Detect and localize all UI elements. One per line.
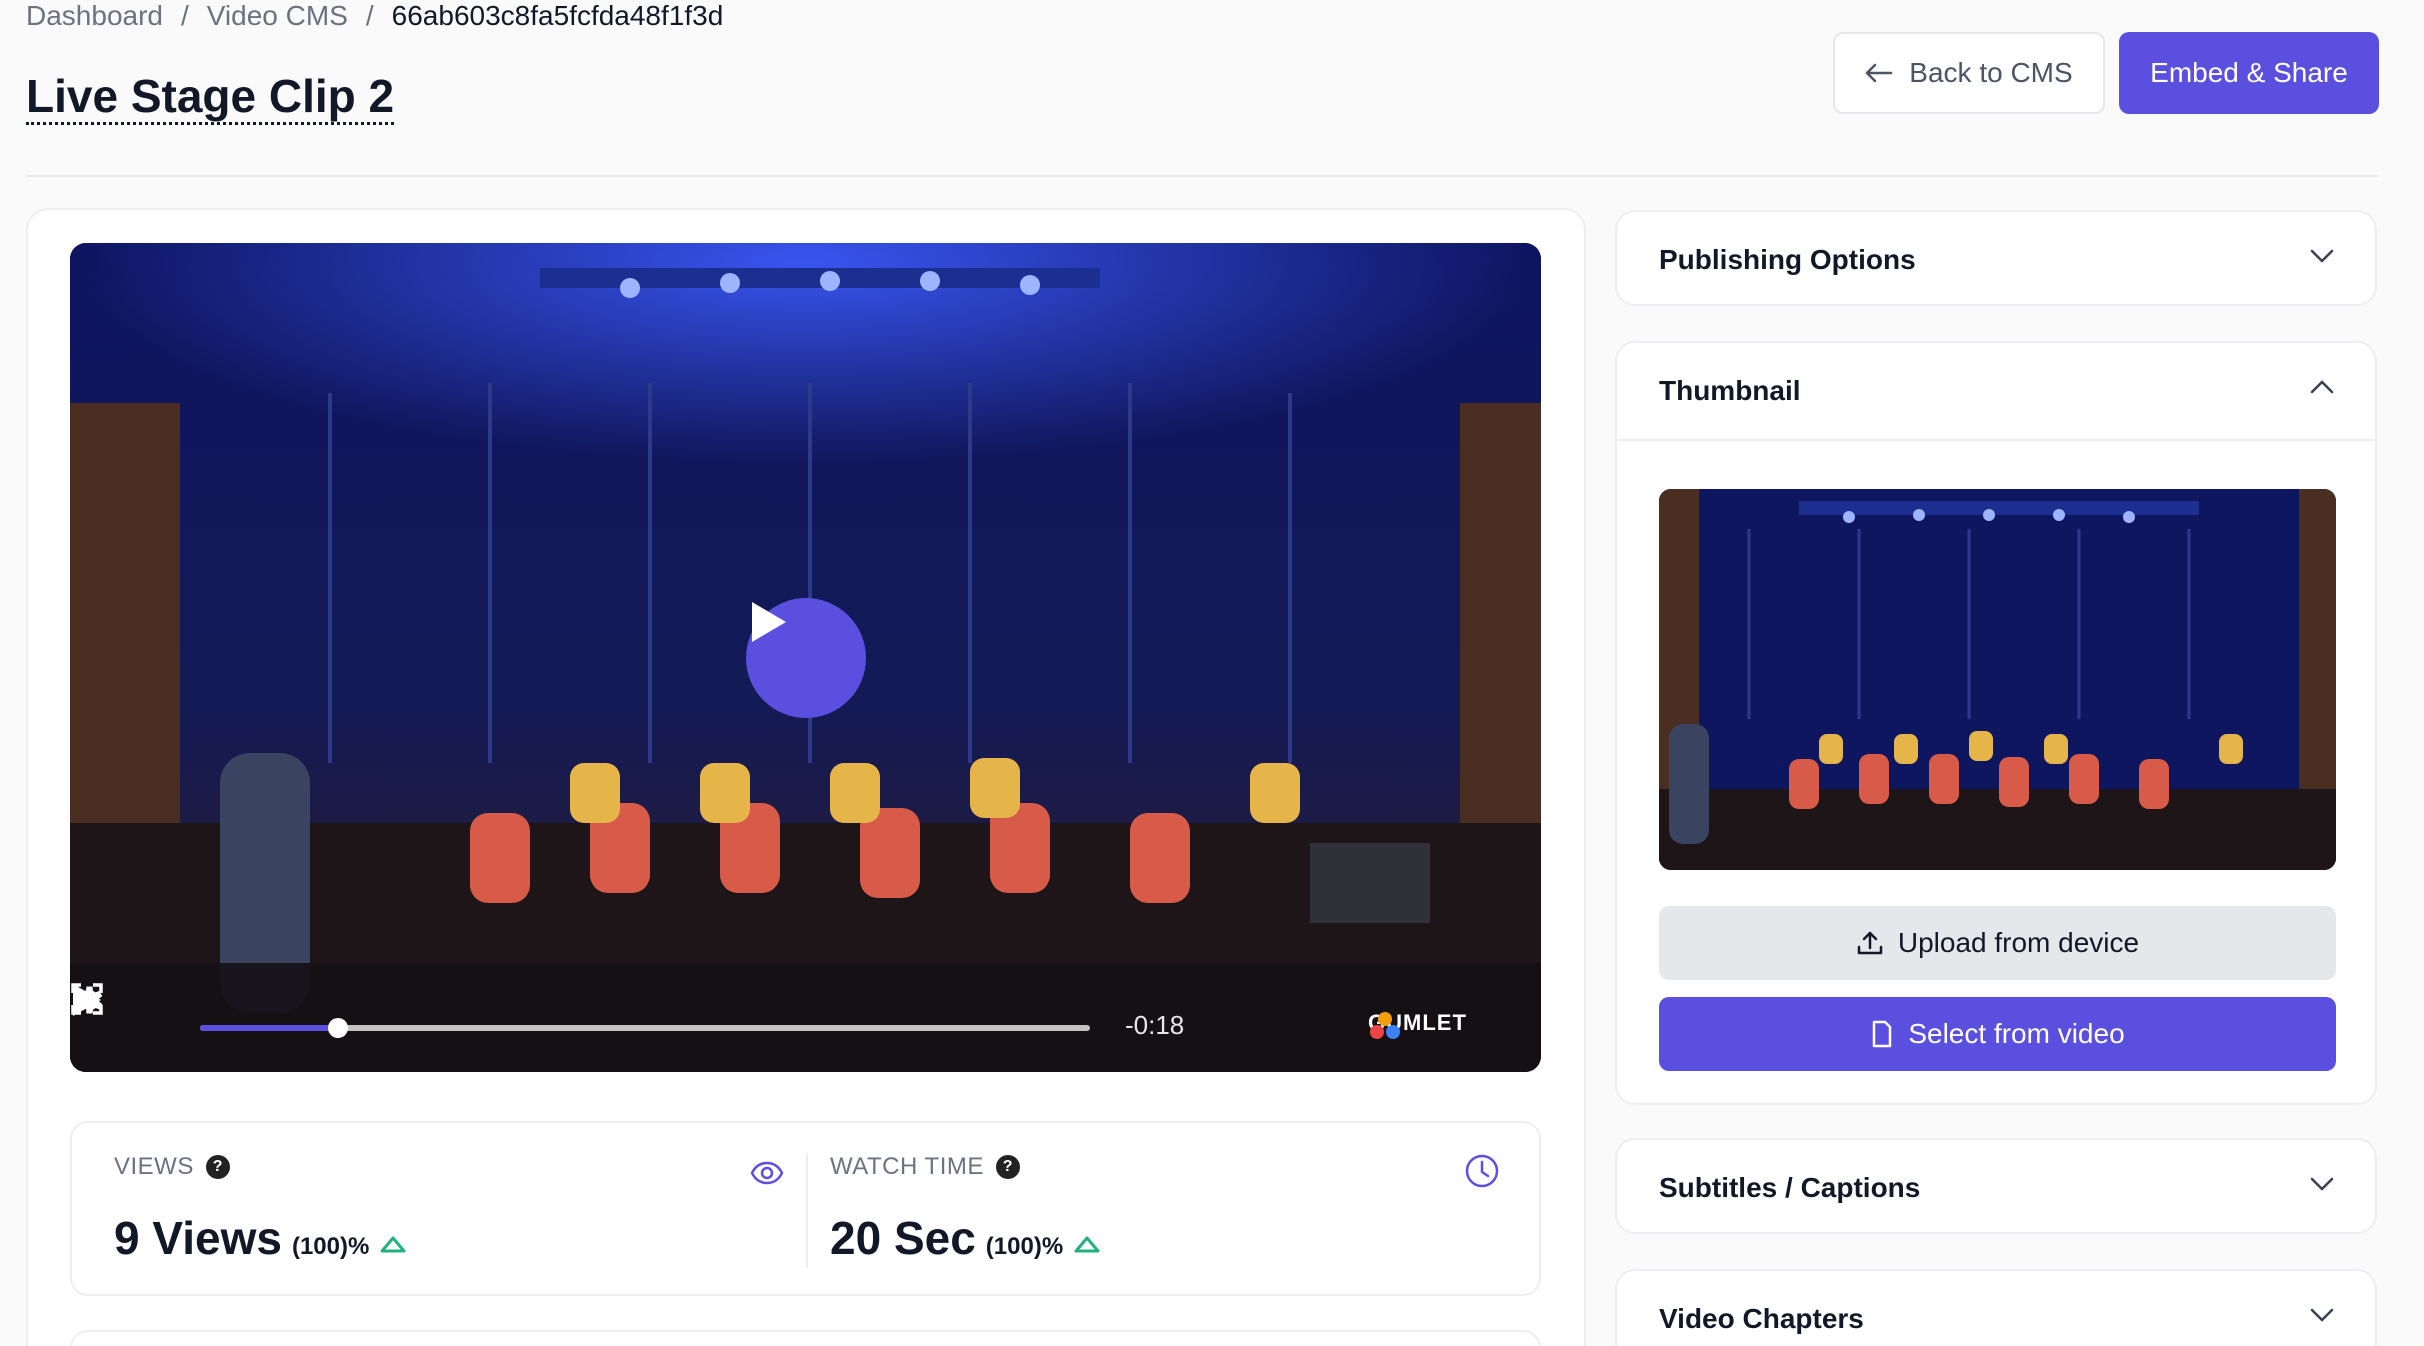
- header-divider: [26, 175, 2378, 177]
- gumlet-logo-icon: [1370, 1012, 1400, 1039]
- video-chapters-title: Video Chapters: [1659, 1303, 1864, 1334]
- video-player[interactable]: -0:18 GUMLET: [70, 243, 1541, 1072]
- breadcrumb-video-cms[interactable]: Video CMS: [207, 0, 348, 32]
- views-change: (100)%: [291, 1233, 370, 1260]
- breadcrumb-separator: /: [180, 0, 189, 31]
- player-brand: GUMLET: [1368, 1010, 1467, 1039]
- watch-time-label-row: WATCH TIME ?: [830, 1153, 1020, 1181]
- thumbnail-image: [1659, 489, 2336, 870]
- arrow-left-icon: [1866, 63, 1893, 83]
- chevron-down-icon[interactable]: [2309, 1307, 2335, 1323]
- watch-time-value-row: 20 Sec (100)%: [830, 1211, 1101, 1265]
- thumbnail-panel: Thumbnail Upload from device Select from…: [1615, 341, 2377, 1105]
- frame-icon: [1873, 1020, 1892, 1048]
- subtitles-captions-title: Subtitles / Captions: [1659, 1172, 1921, 1203]
- player-controls: -0:18 GUMLET: [70, 982, 1541, 1072]
- breadcrumb-dashboard[interactable]: Dashboard: [26, 0, 163, 32]
- time-remaining: -0:18: [1125, 1010, 1185, 1040]
- watch-time-stat: WATCH TIME ? 20 Sec (100)%: [830, 1123, 1520, 1294]
- views-value-row: 9 Views (100)%: [114, 1211, 407, 1265]
- thumbnail-divider: [1617, 439, 2375, 441]
- back-to-cms-button[interactable]: Back to CMS: [1833, 32, 2105, 114]
- watch-time-label: WATCH TIME: [830, 1153, 984, 1180]
- seek-handle[interactable]: [327, 1018, 348, 1038]
- select-label: Select from video: [1908, 1018, 2125, 1049]
- breadcrumb-separator: /: [365, 0, 374, 31]
- thumbnail-title[interactable]: Thumbnail: [1659, 343, 1801, 439]
- watch-time-change: (100)%: [985, 1233, 1064, 1260]
- publishing-options-title: Publishing Options: [1659, 244, 1916, 275]
- thumbnail-preview: [1659, 489, 2336, 870]
- video-chapters-panel[interactable]: Video Chapters: [1615, 1269, 2377, 1346]
- upload-icon: [1857, 931, 1883, 955]
- chevron-down-icon[interactable]: [2309, 248, 2335, 264]
- publishing-options-panel[interactable]: Publishing Options: [1615, 210, 2377, 306]
- views-label: VIEWS: [114, 1153, 194, 1180]
- chevron-down-icon[interactable]: [2309, 1176, 2335, 1192]
- stats-card: VIEWS ? 9 Views (100)% WATCH TIME ? 20 S…: [70, 1121, 1541, 1296]
- views-label-row: VIEWS ?: [114, 1153, 230, 1181]
- clock-icon: [1465, 1154, 1499, 1188]
- breadcrumb-video-id: 66ab603c8fa5fcfda48f1f3d: [391, 0, 724, 31]
- seek-bar[interactable]: [200, 1018, 1090, 1038]
- page-title[interactable]: Live Stage Clip 2: [26, 70, 395, 125]
- secondary-card: [70, 1330, 1541, 1346]
- fullscreen-icon[interactable]: [70, 982, 104, 1016]
- help-icon[interactable]: ?: [205, 1155, 230, 1179]
- stats-divider: [806, 1153, 808, 1268]
- play-icon: [752, 602, 786, 642]
- upload-from-device-button[interactable]: Upload from device: [1659, 906, 2336, 980]
- chevron-up-icon[interactable]: [2309, 379, 2335, 395]
- views-value: 9 Views: [114, 1212, 282, 1264]
- subtitles-captions-panel[interactable]: Subtitles / Captions: [1615, 1138, 2377, 1234]
- back-to-cms-label: Back to CMS: [1909, 57, 2073, 88]
- upload-label: Upload from device: [1897, 927, 2140, 958]
- trend-up-icon: [380, 1236, 406, 1253]
- help-icon[interactable]: ?: [995, 1155, 1020, 1179]
- trend-up-icon: [1074, 1236, 1100, 1253]
- seek-bar-progress: [200, 1025, 338, 1031]
- embed-share-label: Embed & Share: [2150, 57, 2348, 88]
- eye-icon: [750, 1161, 784, 1185]
- embed-share-button[interactable]: Embed & Share: [2119, 32, 2379, 114]
- watch-time-value: 20 Sec: [830, 1212, 976, 1264]
- views-stat: VIEWS ? 9 Views (100)%: [114, 1123, 794, 1294]
- breadcrumb: Dashboard / Video CMS / 66ab603c8fa5fcfd…: [26, 0, 723, 32]
- play-overlay-button[interactable]: [746, 598, 866, 718]
- select-from-video-button[interactable]: Select from video: [1659, 997, 2336, 1071]
